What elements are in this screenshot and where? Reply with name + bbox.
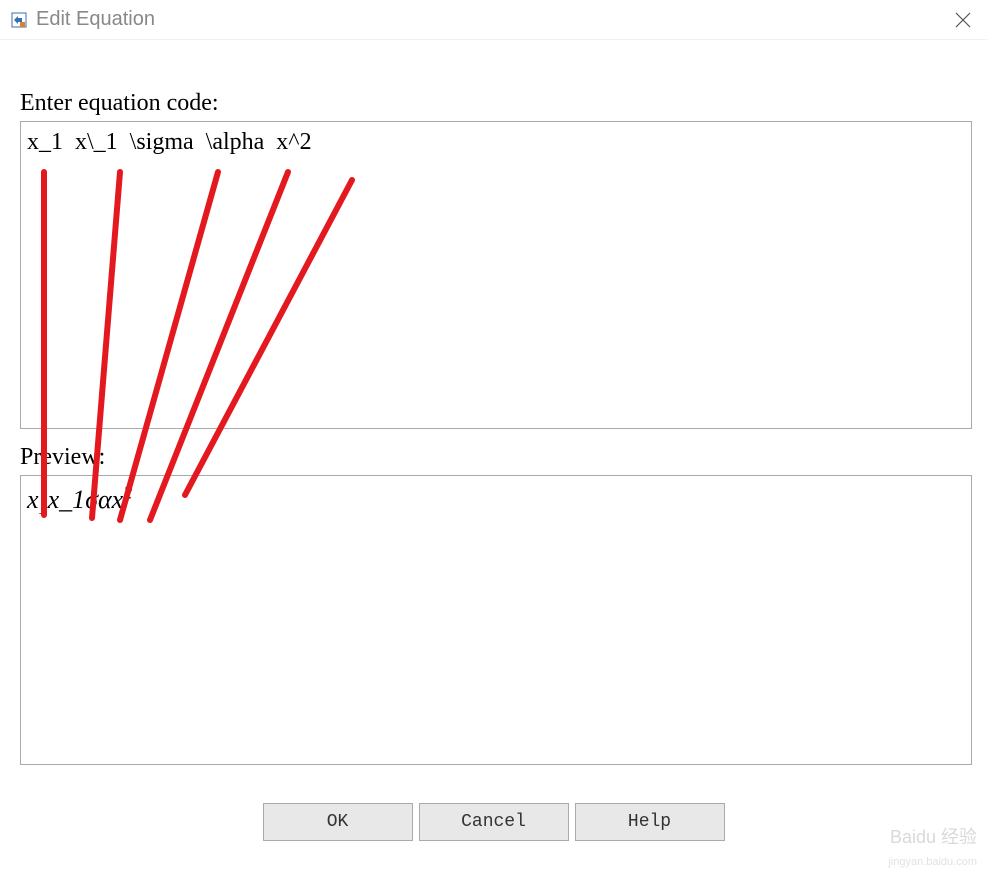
cancel-button[interactable]: Cancel: [419, 803, 569, 841]
close-icon[interactable]: [951, 8, 975, 32]
preview-label: Preview:: [20, 444, 967, 471]
ok-button[interactable]: OK: [263, 803, 413, 841]
equation-code-input[interactable]: x_1 x\_1 \sigma \alpha x^2: [20, 121, 972, 429]
preview-rendered: x1x_1σαx2: [27, 485, 132, 514]
preview-part: 1: [39, 498, 48, 518]
app-icon: [10, 11, 28, 29]
preview-panel: x1x_1σαx2: [20, 475, 972, 765]
dialog-content: Enter equation code: x_1 x\_1 \sigma \al…: [0, 40, 987, 861]
button-row: OK Cancel Help: [20, 803, 967, 841]
preview-part: x: [112, 485, 124, 514]
titlebar: Edit Equation: [0, 0, 987, 40]
equation-code-label: Enter equation code:: [20, 90, 967, 117]
help-button[interactable]: Help: [575, 803, 725, 841]
preview-part: x: [27, 485, 39, 514]
preview-part: 2: [123, 482, 132, 502]
window-title: Edit Equation: [36, 8, 155, 31]
preview-part: σ: [85, 485, 98, 514]
preview-part: x_1: [48, 485, 86, 514]
preview-part: α: [98, 485, 112, 514]
